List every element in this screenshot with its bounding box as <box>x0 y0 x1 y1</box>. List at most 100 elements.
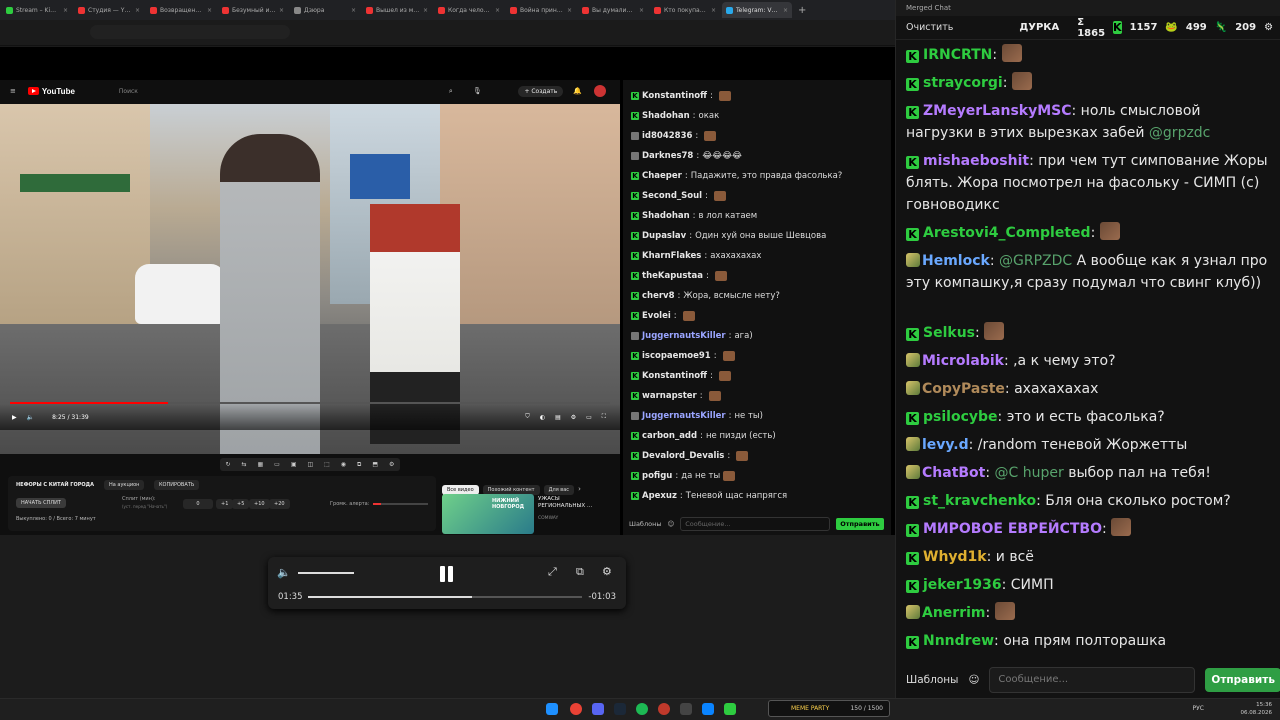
subtitles-icon[interactable]: ▤ <box>555 414 561 421</box>
chevron-right-icon[interactable]: › <box>578 485 581 493</box>
pip-icon[interactable]: ⧉ <box>576 565 584 579</box>
chat-username[interactable]: Apexuz <box>642 491 677 501</box>
avatar[interactable] <box>594 85 606 97</box>
discord-icon[interactable] <box>592 703 604 715</box>
clock-time[interactable]: 15:36 <box>1241 701 1272 709</box>
templates-button[interactable]: Шаблоны <box>906 674 958 686</box>
chat-username[interactable]: Second_Soul <box>642 191 702 201</box>
obs-icon[interactable] <box>658 703 670 715</box>
auction-button[interactable]: На аукцион <box>104 480 145 490</box>
youtube-logo[interactable]: YouTube <box>27 87 75 96</box>
copy-button[interactable]: КОПИРОВАТЬ <box>154 480 200 490</box>
chat-username[interactable]: Selkus <box>923 325 975 341</box>
create-button[interactable]: + Создать <box>518 85 564 97</box>
chat-username[interactable]: JuggernautsKiller <box>642 331 726 341</box>
chat-username[interactable]: Konstantinoff <box>642 91 707 101</box>
telegram-icon[interactable] <box>702 703 714 715</box>
send-button[interactable]: Отправить <box>1205 668 1280 692</box>
browser-tab[interactable]: Студия — Y… × <box>74 2 144 18</box>
chat-username[interactable]: CopyPaste <box>922 381 1005 397</box>
start-icon[interactable] <box>546 703 558 715</box>
spotify-icon[interactable] <box>636 703 648 715</box>
chat-mention[interactable]: @C huper <box>995 465 1064 481</box>
toolbar-icon-2[interactable]: ⇆ <box>242 461 247 468</box>
chat-username[interactable]: ZMeyerLanskyMSC <box>923 103 1072 119</box>
close-icon[interactable]: × <box>63 7 68 14</box>
video-thumbnail[interactable]: НИЖНИЙ НОВГОРОД <box>442 494 534 534</box>
steam-icon[interactable] <box>614 703 626 715</box>
chat-username[interactable]: Dupaslav <box>642 231 686 241</box>
toolbar-icon-11[interactable]: ⚙ <box>389 461 394 468</box>
chat-username[interactable]: jeker1936 <box>923 577 1002 593</box>
browser-tab[interactable]: Война прин… × <box>506 2 576 18</box>
search-icon[interactable]: ⌕ <box>449 87 453 96</box>
plus10-button[interactable]: +10 <box>249 499 270 509</box>
emoji-icon[interactable]: ☺ <box>968 674 979 686</box>
shield-icon[interactable]: ⛉ <box>525 413 530 421</box>
close-icon[interactable]: × <box>711 7 716 14</box>
plus5-button[interactable]: +5 <box>232 499 250 509</box>
chat-username[interactable]: Whyd1k <box>923 549 987 565</box>
bell-icon[interactable]: 🔔 <box>573 87 582 95</box>
chat-username[interactable]: st_kravchenko <box>923 493 1036 509</box>
toolbar-icon-9[interactable]: ⧉ <box>357 461 361 469</box>
meme-party-widget[interactable]: MEME PARTY 150 / 1500 <box>768 700 890 717</box>
chat-username[interactable]: theKapustaa <box>642 271 703 281</box>
browser-tab[interactable]: Безумный и… × <box>218 2 288 18</box>
browser-tab[interactable]: Вы думали… × <box>578 2 648 18</box>
settings-icon[interactable]: ⚙ <box>602 565 612 578</box>
alert-volume-slider[interactable] <box>373 503 428 505</box>
browser-tab[interactable]: Кто покупа… × <box>650 2 720 18</box>
youtube-search[interactable]: Поиск <box>119 88 299 95</box>
gear-icon[interactable]: ⚙ <box>571 414 576 421</box>
plus1-button[interactable]: +1 <box>216 499 234 509</box>
close-icon[interactable]: × <box>783 7 788 14</box>
clear-button[interactable]: Очистить <box>906 22 953 33</box>
close-icon[interactable]: × <box>567 7 572 14</box>
toolbar-icon-8[interactable]: ◉ <box>341 461 346 468</box>
close-icon[interactable]: × <box>207 7 212 14</box>
chat-username[interactable]: pofigu <box>642 471 672 481</box>
chat-username[interactable]: warnapster <box>642 391 697 401</box>
chat-username[interactable]: mishaeboshit <box>923 153 1029 169</box>
close-icon[interactable]: × <box>279 7 284 14</box>
chat-username[interactable]: ChatBot <box>922 465 985 481</box>
chat-username[interactable]: Konstantinoff <box>642 371 707 381</box>
browser-tab[interactable]: Возвращен… × <box>146 2 216 18</box>
chat-username[interactable]: JuggernautsKiller <box>642 411 726 421</box>
address-field[interactable] <box>90 25 290 39</box>
related-title[interactable]: УЖАСЫ РЕГИОНАЛЬНЫХ … <box>538 496 598 510</box>
chat-username[interactable]: carbon_add <box>642 431 697 441</box>
browser-tab[interactable]: Telegram: V… × <box>722 2 792 18</box>
chat-username[interactable]: psilocybe <box>923 409 998 425</box>
volume-icon[interactable]: 🔈 <box>277 566 291 579</box>
browser-tab[interactable]: Вышел из м… × <box>362 2 432 18</box>
settings-icon[interactable]: ⚙ <box>1264 22 1273 33</box>
toolbar-icon-5[interactable]: ▣ <box>291 461 297 468</box>
autoplay-toggle[interactable]: ◐ <box>540 414 545 421</box>
chat-username[interactable]: Chaeper <box>642 171 682 181</box>
close-icon[interactable]: × <box>639 7 644 14</box>
volume-slider[interactable] <box>298 572 355 574</box>
start-split-button[interactable]: НАЧАТЬ СПЛИТ <box>16 498 66 508</box>
chat-username[interactable]: Anerrim <box>922 605 986 621</box>
chat-username[interactable]: Evolei <box>642 311 671 321</box>
chat-username[interactable]: Hemlock <box>922 253 990 269</box>
chat-username[interactable]: levy.d <box>922 437 969 453</box>
chat-username[interactable]: iscopaemoe91 <box>642 351 711 361</box>
close-icon[interactable]: × <box>423 7 428 14</box>
toolbar-icon-10[interactable]: ⬒ <box>372 461 378 468</box>
chrome-icon[interactable] <box>570 703 582 715</box>
toolbar-icon-6[interactable]: ◫ <box>307 461 313 468</box>
chat-mention[interactable]: @grpzdc <box>1149 125 1210 141</box>
kick-app-icon[interactable] <box>724 703 736 715</box>
volume-icon[interactable]: 🔈 <box>27 414 34 421</box>
chat-username[interactable]: IRNCRTN <box>923 47 992 63</box>
fullscreen-icon[interactable]: ⛶ <box>602 413 606 421</box>
close-icon[interactable]: × <box>135 7 140 14</box>
mic-icon[interactable]: 🎙 <box>473 87 482 95</box>
chat-username[interactable]: Microlabik <box>922 353 1004 369</box>
language-indicator[interactable]: РУС <box>1193 705 1204 713</box>
pause-button[interactable] <box>440 566 454 582</box>
browser-tab[interactable]: Stream – Ki… × <box>2 2 72 18</box>
